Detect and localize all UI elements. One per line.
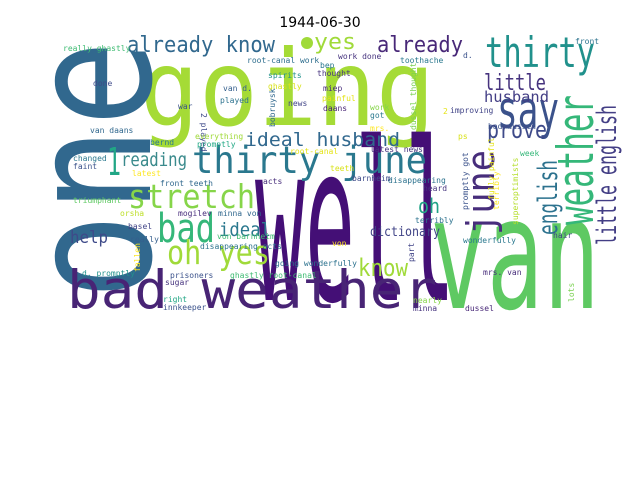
word-small: mrs. van — [483, 268, 522, 277]
word-small: news — [288, 99, 307, 108]
word-small: sugar — [165, 278, 189, 287]
word-small: d. promptly — [82, 269, 135, 278]
word-small: miep — [323, 84, 342, 93]
word-small: got — [370, 111, 385, 120]
word-small: done — [93, 79, 112, 88]
word-little-english: little english — [592, 105, 623, 245]
word-small: really ghastly — [63, 44, 131, 53]
word-oh: oh — [418, 194, 440, 218]
word-know: know — [358, 254, 408, 282]
word-small: latest news — [370, 145, 423, 154]
word-small: minna — [413, 304, 437, 313]
word-husband: husband — [484, 88, 549, 106]
word-small: really — [130, 235, 159, 244]
word-small: disappearing acts — [200, 242, 282, 251]
word-small: promptly got — [461, 152, 470, 210]
word-small: daans — [323, 104, 347, 113]
word-small: faint — [73, 162, 97, 171]
word-small: fallen — [133, 243, 142, 272]
word-small: lots — [567, 283, 576, 302]
word-small: played — [220, 96, 249, 105]
word-small: van daans — [90, 126, 134, 135]
word-small: hair — [553, 231, 572, 240]
word-small: front teeth — [160, 179, 213, 188]
word-small: dussel thought — [409, 62, 418, 130]
word-small: toothache — [400, 56, 444, 65]
word-small: part — [407, 243, 416, 262]
word-small: painful — [322, 94, 356, 103]
word-small: terribly — [415, 216, 454, 225]
word-small: teeth — [330, 164, 354, 173]
word-small: bad dussel — [488, 122, 536, 131]
word-small: spirits — [268, 71, 302, 80]
word-small: bobruysk — [268, 88, 277, 127]
word-small: ps — [458, 132, 468, 141]
word-thirty: thirty — [485, 28, 595, 77]
word-small: thought — [317, 69, 351, 78]
word-small: barnheim — [352, 174, 391, 183]
word-small: van d. — [223, 84, 252, 93]
word-already-know: already know — [127, 33, 276, 58]
wordcloud-figure: 1944-06-30 going one well van bad weathe… — [0, 15, 623, 352]
word-small: ghastly root-canal — [230, 271, 317, 280]
word-small: von barnheim — [217, 232, 275, 241]
word-small: heard — [423, 184, 447, 193]
word-reading: reading — [121, 149, 187, 171]
word-small: minna von — [218, 209, 262, 218]
word-small: basel — [128, 222, 152, 231]
word-small: week — [520, 149, 539, 158]
word-small: innkeeper — [163, 303, 207, 312]
word-help: help — [70, 228, 108, 248]
word-small: wonderfully — [463, 236, 516, 245]
word-small: orsha — [120, 209, 144, 218]
word-small: d. — [463, 51, 473, 60]
dot-mark — [301, 37, 313, 49]
word-small: front — [575, 37, 599, 46]
word-small: superoptimists — [511, 157, 520, 225]
word-small: work done — [338, 52, 382, 61]
word-small: mrs. — [370, 124, 389, 133]
word-small: mogilev — [178, 209, 212, 218]
word-small: promptly — [197, 140, 236, 149]
word-small: improving — [450, 106, 494, 115]
word-small: 2 — [443, 107, 448, 116]
word-small: triumphant — [73, 196, 121, 205]
word-small: dussel — [465, 304, 494, 313]
word-dictionary: dictionary — [370, 225, 440, 240]
word-small: root-canal work — [247, 56, 319, 65]
word-small: bernd — [150, 138, 174, 147]
word-small: acts — [263, 177, 282, 186]
word-small: going wonderfully — [275, 259, 357, 268]
word-small: terribly — [492, 171, 501, 210]
word-already: already — [377, 33, 463, 58]
word-small: war — [178, 102, 193, 111]
word-small: von — [332, 239, 347, 248]
word-english: english — [533, 160, 564, 235]
word-small: root-canal — [290, 147, 338, 156]
word-1: 1 — [107, 140, 121, 184]
word-small: latest — [132, 169, 161, 178]
